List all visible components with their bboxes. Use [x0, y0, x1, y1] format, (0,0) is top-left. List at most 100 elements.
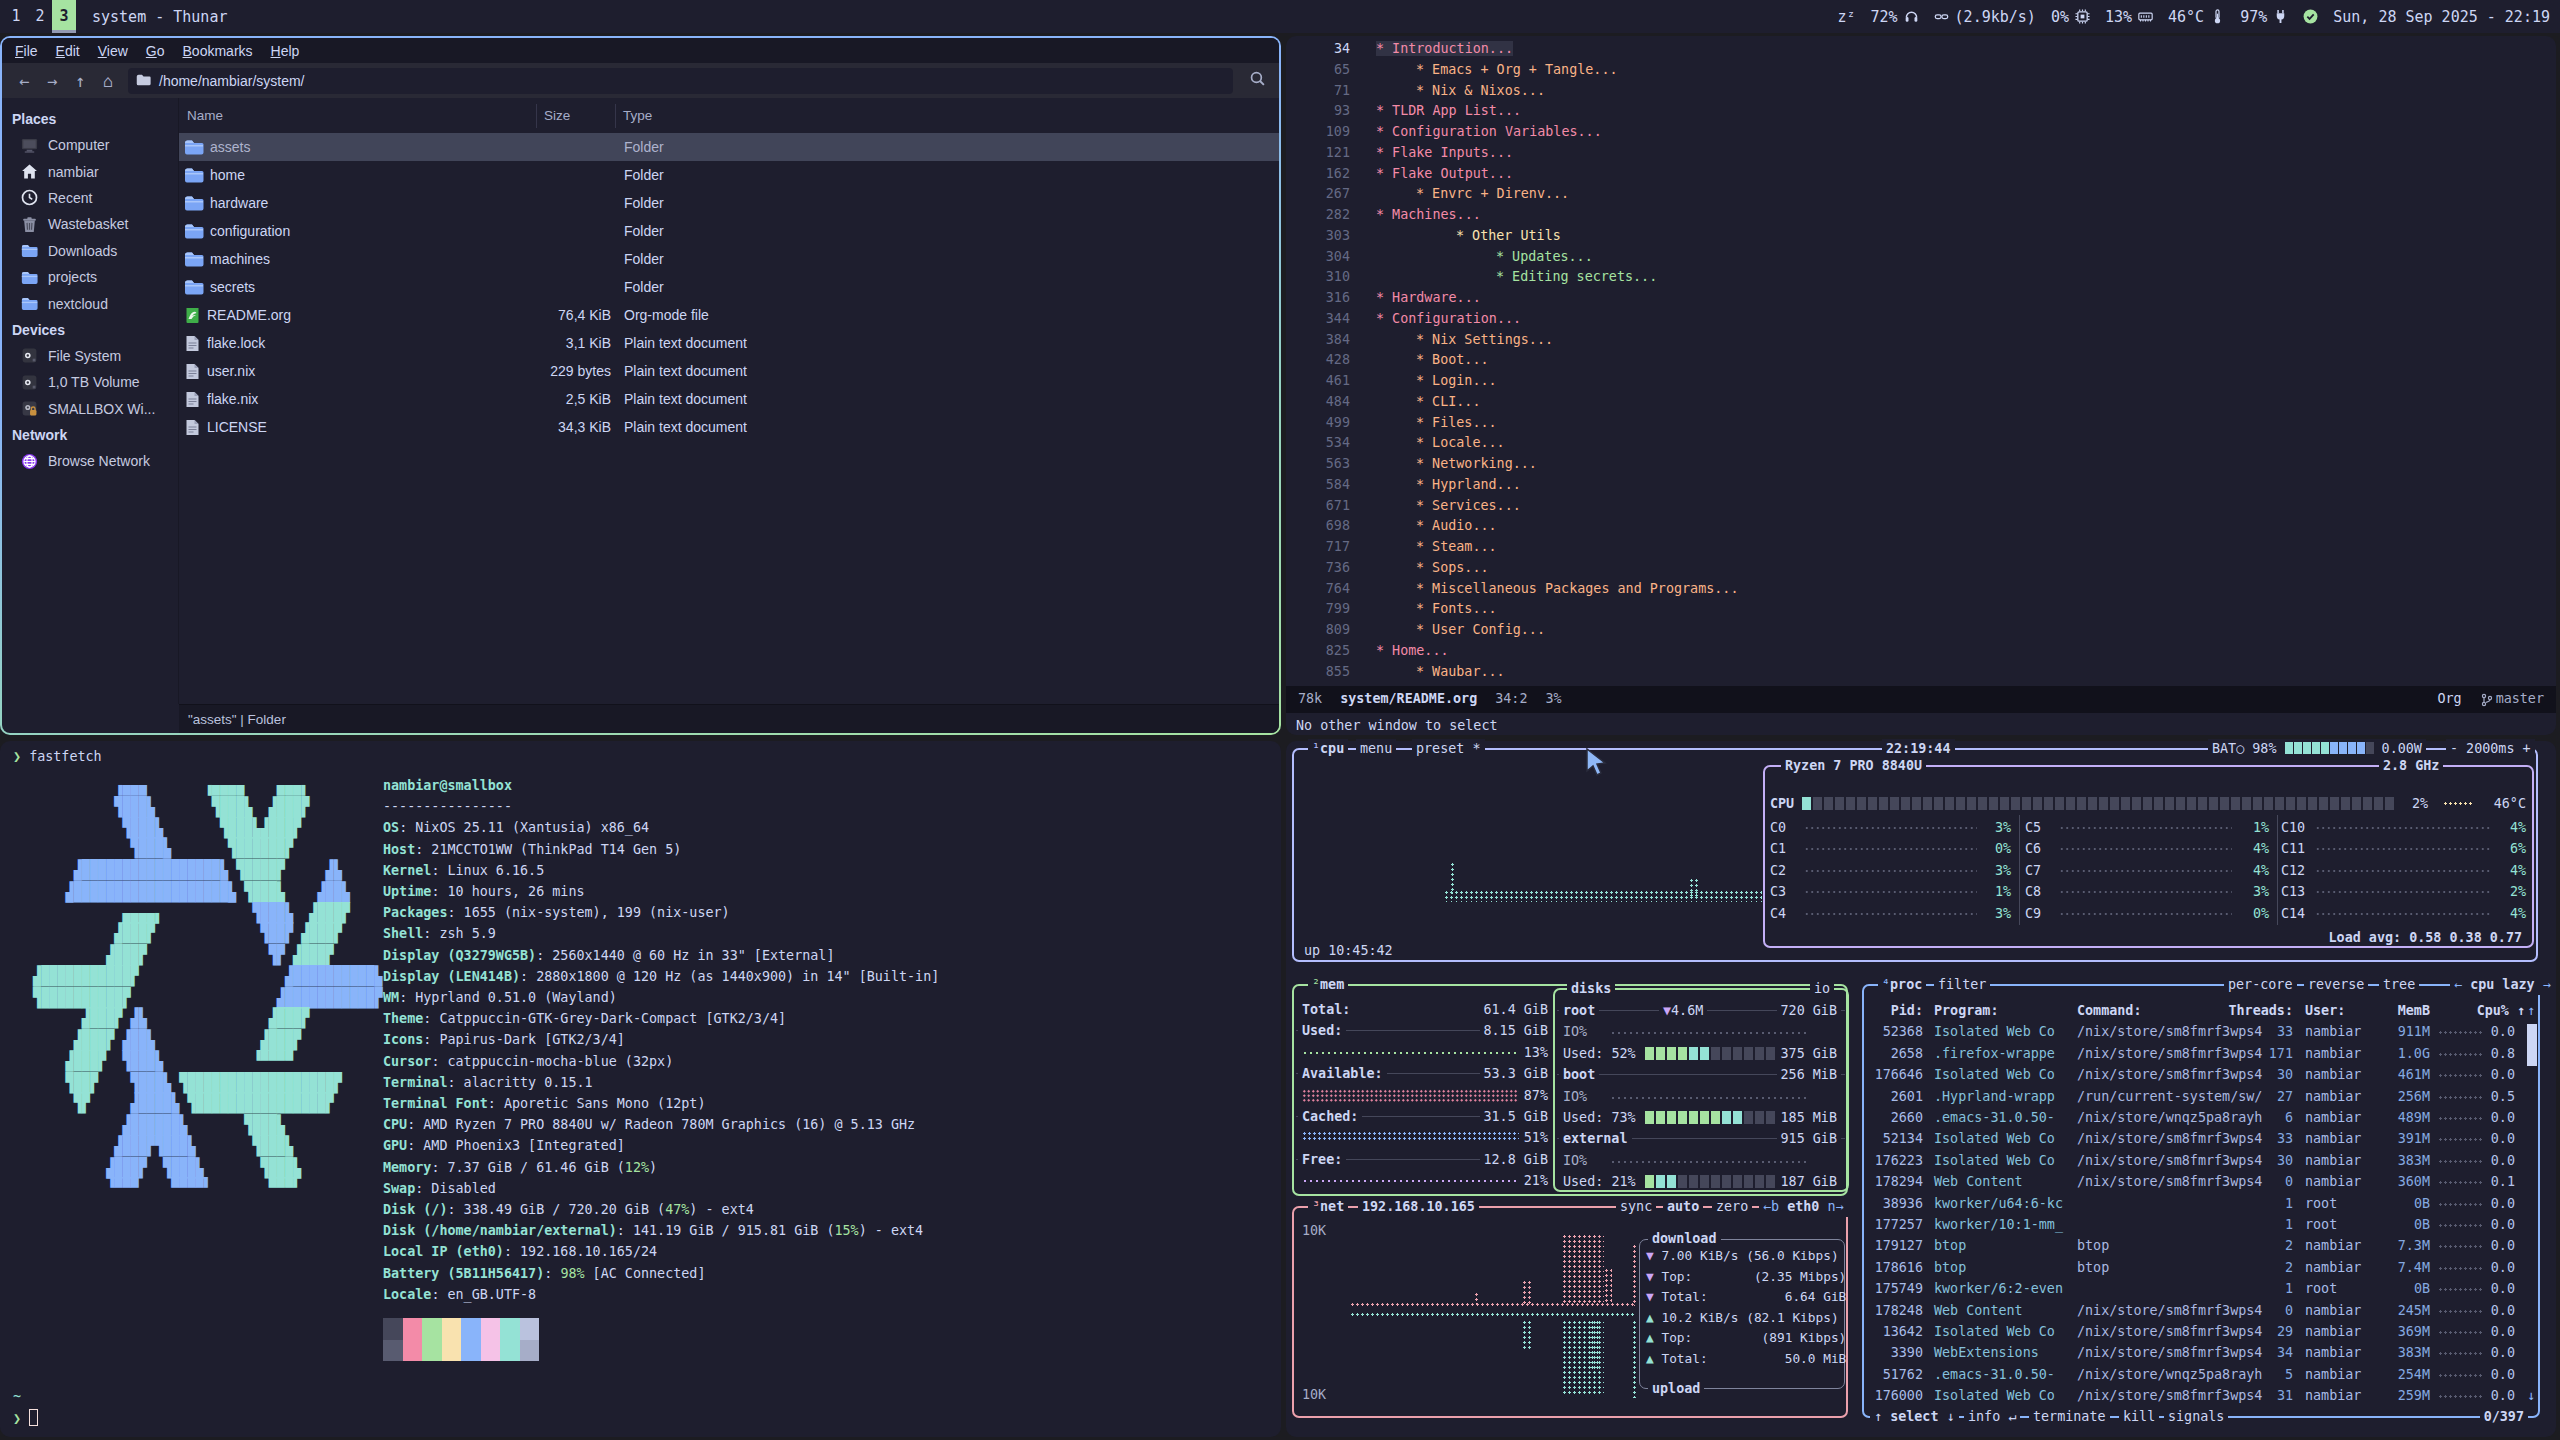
net-iface[interactable]: ←b eth0 n→	[1759, 1197, 1848, 1217]
proc-mem: 245M	[2398, 1300, 2430, 1321]
back-button[interactable]: ←	[10, 68, 38, 94]
menu-edit[interactable]: Edit	[47, 43, 89, 59]
net-auto[interactable]: auto	[1663, 1197, 1703, 1217]
sidebar-item-file-system[interactable]: File System	[2, 343, 178, 369]
graph-dots	[2438, 1030, 2484, 1035]
disks-io-title[interactable]: io	[1810, 979, 1834, 999]
up-button[interactable]: ↑	[66, 68, 94, 94]
proc-filter[interactable]: filter	[1934, 975, 1990, 995]
meter-block	[2286, 797, 2295, 810]
upload-title[interactable]: upload	[1648, 1379, 1704, 1399]
preset-button[interactable]: preset *	[1412, 739, 1485, 759]
file-row-hardware[interactable]: hardwareFolder	[179, 189, 1279, 217]
sidebar-item-browse-network[interactable]: Browse Network	[2, 448, 178, 474]
proc-user: nambiar	[2305, 1321, 2361, 1342]
file-row-secrets[interactable]: secretsFolder	[179, 273, 1279, 301]
sidebar-item-downloads[interactable]: Downloads	[2, 238, 178, 264]
path-bar[interactable]: /home/nambiar/system/	[128, 68, 1233, 94]
proc-pid: 176223	[1875, 1150, 1923, 1171]
proc-footer-select[interactable]: ↑ select ↓	[1870, 1407, 1959, 1427]
proc-footer-kill[interactable]: kill	[2119, 1407, 2159, 1427]
net-sync[interactable]: sync	[1616, 1197, 1656, 1217]
sidebar-item-1-0-tb-volume[interactable]: 1,0 TB Volume	[2, 369, 178, 395]
proc-pid: 2660	[1891, 1107, 1923, 1128]
fastfetch-entry: Disk (/home/nambiar/external): 141.19 Gi…	[383, 1220, 939, 1241]
sidebar-item-projects[interactable]: projects	[2, 264, 178, 290]
proc-cpu: 0.0	[2491, 1214, 2515, 1235]
menu-file[interactable]: File	[6, 43, 47, 59]
file-row-license[interactable]: LICENSE34,3 KiBPlain text document	[179, 413, 1279, 441]
mem-value: 53.3 GiB	[1480, 1063, 1553, 1084]
meter-block	[1934, 797, 1943, 810]
proc-sort[interactable]: ← cpu lazy →	[2450, 975, 2555, 995]
proc-user: root	[2305, 1214, 2337, 1235]
file-row-assets[interactable]: assetsFolder	[179, 133, 1279, 161]
sidebar-item-nambiar[interactable]: nambiar	[2, 158, 178, 184]
file-row-user-nix[interactable]: user.nix229 bytesPlain text document	[179, 357, 1279, 385]
menu-bookmarks[interactable]: Bookmarks	[174, 43, 262, 59]
disk-name: root	[1559, 1000, 1599, 1021]
file-row-home[interactable]: homeFolder	[179, 161, 1279, 189]
proc-threads: 1	[2285, 1278, 2293, 1299]
graph-dots	[2438, 1095, 2484, 1100]
org-heading-line: 855* Waubar...	[1294, 662, 2552, 683]
graph-dots	[2438, 1202, 2484, 1207]
proc-footer-terminate[interactable]: terminate	[2029, 1407, 2110, 1427]
disk-used-value: 187 GiB	[1781, 1171, 1837, 1192]
meter-block	[1645, 1175, 1654, 1188]
cpu-box-title[interactable]: ¹cpu	[1308, 739, 1348, 759]
forward-button[interactable]: →	[38, 68, 66, 94]
proc-user: nambiar	[2305, 1171, 2361, 1192]
file-row-configuration[interactable]: configurationFolder	[179, 217, 1279, 245]
sidebar-item-computer[interactable]: Computer	[2, 132, 178, 158]
mem-box-title[interactable]: ²mem	[1308, 975, 1348, 995]
net-box-title[interactable]: ³net	[1308, 1197, 1348, 1217]
sidebar-item-wastebasket[interactable]: Wastebasket	[2, 211, 178, 237]
column-header-type[interactable]: Type	[615, 104, 1279, 128]
terminal-btop: ¹cpumenupreset *22:19:44BAT○ 98% 0.00W- …	[1286, 741, 2556, 1437]
proc-per-core[interactable]: per-core	[2224, 975, 2297, 995]
sidebar-heading-devices: Devices	[2, 317, 178, 343]
proc-box-title[interactable]: ⁴proc	[1878, 975, 1926, 995]
workspace-1[interactable]: 1	[4, 0, 28, 33]
proc-footer-count[interactable]: 0/397	[2480, 1407, 2528, 1427]
menu-button[interactable]: menu	[1356, 739, 1396, 759]
proc-footer-info[interactable]: info ↵	[1964, 1407, 2020, 1427]
sidebar-item-recent[interactable]: Recent	[2, 185, 178, 211]
cpu-freq[interactable]: 2.8 GHz	[2379, 756, 2443, 776]
menu-help[interactable]: Help	[262, 43, 309, 59]
cpu-model[interactable]: Ryzen 7 PRO 8840U	[1781, 756, 1926, 776]
cpu-total-label: CPU	[1770, 793, 1794, 814]
file-row-flake-nix[interactable]: flake.nix2,5 KiBPlain text document	[179, 385, 1279, 413]
menu-go[interactable]: Go	[137, 43, 174, 59]
column-header-size[interactable]: Size	[536, 104, 615, 128]
file-row-readme-org[interactable]: README.org76,4 KiBOrg-mode file	[179, 301, 1279, 329]
workspace-2[interactable]: 2	[28, 0, 52, 33]
home-icon	[21, 163, 38, 180]
net-ip[interactable]: 192.168.10.165	[1358, 1197, 1479, 1217]
net-zero[interactable]: zero	[1712, 1197, 1752, 1217]
menu-view[interactable]: View	[89, 43, 137, 59]
meter-block	[1766, 1047, 1775, 1060]
proc-reverse[interactable]: reverse	[2304, 975, 2368, 995]
file-row-machines[interactable]: machinesFolder	[179, 245, 1279, 273]
proc-tree[interactable]: tree	[2379, 975, 2419, 995]
proc-program: Isolated Web Co	[1934, 1385, 2055, 1406]
workspace-3[interactable]: 3	[52, 0, 76, 33]
proc-cpu: 0.0	[2491, 1128, 2515, 1149]
proc-scrollbar-thumb[interactable]	[2527, 1024, 2537, 1066]
search-button[interactable]	[1243, 68, 1271, 94]
meter-block	[1802, 797, 1811, 810]
proc-footer-signals[interactable]: signals	[2164, 1407, 2228, 1427]
interval-control[interactable]: - 2000ms +	[2446, 739, 2535, 759]
bar-module-idle-inhibitor: zᶻ	[1837, 8, 1855, 26]
sidebar-item-nextcloud[interactable]: nextcloud	[2, 290, 178, 316]
column-header-name[interactable]: Name	[179, 108, 536, 123]
sidebar-item-smallbox-wi-[interactable]: SMALLBOX Wi...	[2, 396, 178, 422]
file-row-flake-lock[interactable]: flake.lock3,1 KiBPlain text document	[179, 329, 1279, 357]
proc-header: Program:	[1934, 1000, 1999, 1021]
home-button[interactable]: ⌂	[94, 68, 122, 94]
disks-box-title[interactable]: disks	[1567, 979, 1615, 999]
shell-prompt[interactable]: ❯	[13, 1408, 38, 1429]
mem-value: 31.5 GiB	[1480, 1106, 1553, 1127]
